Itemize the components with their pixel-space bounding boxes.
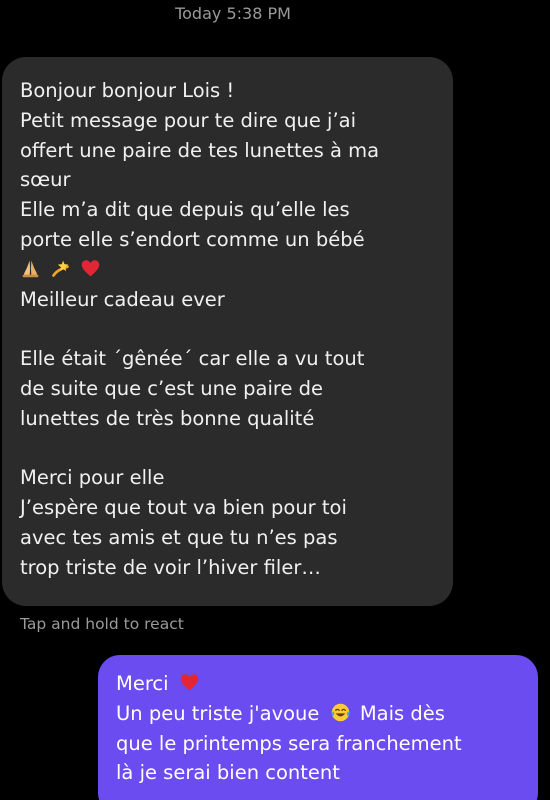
- message-line: lunettes de très bonne qualité: [20, 406, 315, 430]
- message-line: sœur: [20, 168, 71, 192]
- red-heart-icon: [180, 674, 199, 691]
- message-line: de suite que c’est une paire de: [20, 376, 324, 400]
- message-line: Un peu triste j'avoue Mais dès: [116, 699, 530, 729]
- folded-hands-icon: [22, 260, 39, 278]
- react-hint: Tap and hold to react: [20, 615, 184, 633]
- message-line: Petit message pour te dire que j’ai: [20, 108, 357, 132]
- message-text: Un peu triste j'avoue: [116, 701, 320, 725]
- message-timestamp: Today 5:38 PM: [175, 4, 291, 23]
- message-text: Mais dès: [359, 701, 445, 725]
- message-line: Merci: [116, 669, 530, 699]
- tears-of-joy-icon: [331, 703, 349, 722]
- message-line: offert une paire de tes lunettes à ma: [20, 138, 380, 162]
- message-line: trop triste de voir l’hiver filer…: [20, 555, 321, 579]
- message-line: que le printemps sera franchement: [116, 731, 462, 755]
- message-line: là je serai bien content: [116, 761, 340, 785]
- message-line: Elle était ´gênée´ car elle a vu tout: [20, 347, 365, 371]
- received-message-bubble[interactable]: Bonjour bonjour Lois ! Petit message pou…: [2, 57, 453, 606]
- sent-message-bubble[interactable]: Merci Un peu triste j'avoue Mais dès que…: [98, 655, 538, 800]
- message-line: avec tes amis et que tu n’es pas: [20, 525, 338, 549]
- message-line: Elle m’a dit que depuis qu’elle les: [20, 198, 350, 222]
- message-text: Merci: [116, 672, 169, 695]
- message-line: Merci pour elle: [20, 466, 165, 490]
- conversation-screen: Today 5:38 PM Bonjour bonjour Lois ! Pet…: [0, 0, 550, 800]
- dizzy-icon: [52, 260, 70, 277]
- emoji-line: [20, 255, 445, 285]
- message-line: Meilleur cadeau ever: [20, 287, 225, 311]
- message-line: porte elle s’endort comme un bébé: [20, 227, 365, 251]
- message-line: Bonjour bonjour Lois !: [20, 79, 235, 102]
- message-line: J’espère que tout va bien pour toi: [20, 496, 347, 520]
- red-heart-icon: [82, 259, 100, 277]
